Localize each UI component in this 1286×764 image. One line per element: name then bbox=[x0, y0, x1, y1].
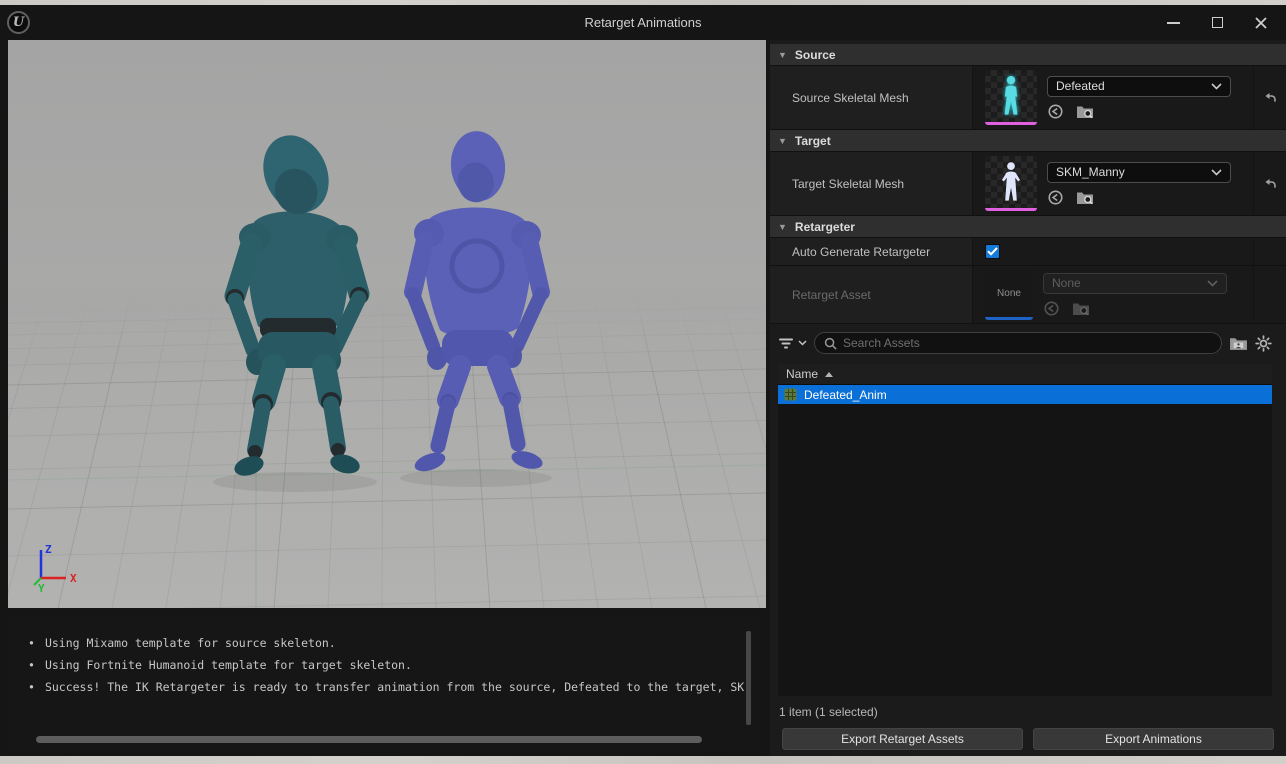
folder-view-icon[interactable] bbox=[1229, 335, 1248, 351]
details-panel: ▼ Source Source Skeletal Mesh D bbox=[770, 40, 1286, 756]
background-app-strip-bottom bbox=[0, 756, 1286, 764]
export-retarget-assets-button[interactable]: Export Retarget Assets bbox=[782, 728, 1023, 750]
name-column-header[interactable]: Name bbox=[778, 364, 1272, 385]
target-mesh-figure-icon bbox=[998, 161, 1024, 203]
source-mesh-dropdown[interactable]: Defeated bbox=[1047, 76, 1231, 97]
sort-ascending-icon bbox=[825, 372, 833, 377]
property-label: Source Skeletal Mesh bbox=[770, 66, 973, 129]
section-header-retargeter[interactable]: ▼ Retargeter bbox=[770, 216, 1286, 238]
use-selected-asset-icon[interactable] bbox=[1047, 103, 1064, 120]
axis-x-label: X bbox=[70, 572, 77, 585]
browse-to-asset-icon[interactable] bbox=[1076, 189, 1094, 205]
output-log: •Using Mixamo template for source skelet… bbox=[8, 615, 760, 752]
target-character[interactable] bbox=[412, 128, 544, 475]
reset-to-default-icon[interactable] bbox=[1262, 176, 1278, 191]
source-mesh-figure-icon bbox=[998, 75, 1024, 117]
collapse-triangle-icon: ▼ bbox=[778, 222, 787, 232]
check-icon bbox=[987, 247, 998, 256]
section-header-target[interactable]: ▼ Target bbox=[770, 130, 1286, 152]
retarget-asset-dropdown: None bbox=[1043, 273, 1227, 294]
chevron-down-icon bbox=[1207, 280, 1218, 287]
bullet-icon: • bbox=[28, 658, 35, 672]
auto-generate-retargeter-row: Auto Generate Retargeter bbox=[770, 238, 1286, 266]
retarget-asset-thumbnail[interactable]: None bbox=[985, 269, 1033, 320]
collapse-triangle-icon: ▼ bbox=[778, 50, 787, 60]
use-selected-asset-icon[interactable] bbox=[1047, 189, 1064, 206]
property-label: Retarget Asset bbox=[770, 266, 973, 323]
collapse-triangle-icon: ▼ bbox=[778, 136, 787, 146]
skeletal-mesh-color-bar bbox=[985, 208, 1037, 211]
section-header-source[interactable]: ▼ Source bbox=[770, 44, 1286, 66]
target-mesh-thumbnail[interactable] bbox=[985, 156, 1037, 211]
chevron-down-icon bbox=[798, 340, 807, 346]
log-line: •Using Mixamo template for source skelet… bbox=[28, 632, 746, 654]
axis-z-label: Z bbox=[45, 543, 52, 556]
close-button[interactable] bbox=[1254, 16, 1268, 30]
log-vertical-scrollbar[interactable] bbox=[746, 631, 751, 725]
export-animations-button[interactable]: Export Animations bbox=[1033, 728, 1274, 750]
browse-to-asset-icon[interactable] bbox=[1076, 103, 1094, 119]
export-buttons-row: Export Retarget Assets Export Animations bbox=[782, 728, 1274, 756]
log-line: •Success! The IK Retargeter is ready to … bbox=[28, 676, 746, 698]
source-skeletal-mesh-row: Source Skeletal Mesh Defeated bbox=[770, 66, 1286, 130]
asset-search-row bbox=[778, 331, 1272, 355]
use-selected-asset-icon bbox=[1043, 300, 1060, 317]
source-mesh-thumbnail[interactable] bbox=[985, 70, 1037, 125]
close-icon bbox=[1254, 16, 1268, 30]
minimize-button[interactable] bbox=[1166, 16, 1180, 30]
characters-layer: Z X Y bbox=[8, 40, 766, 608]
property-label: Target Skeletal Mesh bbox=[770, 152, 973, 215]
chevron-down-icon bbox=[1211, 83, 1222, 90]
search-assets-input[interactable] bbox=[843, 336, 1212, 350]
asset-list: Name Defeated_Anim bbox=[778, 364, 1272, 696]
browse-to-asset-icon bbox=[1072, 300, 1090, 316]
filter-icon bbox=[778, 335, 794, 351]
retargeter-color-bar bbox=[985, 317, 1033, 320]
auto-generate-checkbox[interactable] bbox=[985, 244, 1000, 259]
axis-gizmo: Z X Y bbox=[34, 543, 77, 595]
target-skeletal-mesh-row: Target Skeletal Mesh SKM_Manny bbox=[770, 152, 1286, 216]
maximize-button[interactable] bbox=[1210, 16, 1224, 30]
bullet-icon: • bbox=[28, 636, 35, 650]
property-label: Auto Generate Retargeter bbox=[770, 238, 973, 265]
skeletal-mesh-color-bar bbox=[985, 122, 1037, 125]
window-title: Retarget Animations bbox=[0, 15, 1286, 30]
log-line: •Using Fortnite Humanoid template for ta… bbox=[28, 654, 746, 676]
filter-button[interactable] bbox=[778, 335, 807, 351]
viewport-3d[interactable]: Z X Y bbox=[8, 40, 766, 608]
bullet-icon: • bbox=[28, 680, 35, 694]
target-mesh-dropdown[interactable]: SKM_Manny bbox=[1047, 162, 1231, 183]
asset-row-defeated-anim[interactable]: Defeated_Anim bbox=[778, 385, 1272, 404]
chevron-down-icon bbox=[1211, 169, 1222, 176]
search-icon bbox=[824, 337, 837, 350]
unreal-logo-icon: U bbox=[7, 11, 30, 34]
retarget-animations-window: U Retarget Animations bbox=[0, 5, 1286, 756]
reset-to-default-icon[interactable] bbox=[1262, 90, 1278, 105]
title-bar[interactable]: U Retarget Animations bbox=[0, 5, 1286, 40]
settings-gear-icon[interactable] bbox=[1255, 335, 1272, 352]
log-horizontal-scrollbar[interactable] bbox=[36, 736, 702, 743]
selection-status: 1 item (1 selected) bbox=[779, 705, 1286, 720]
animation-asset-icon bbox=[784, 388, 797, 401]
search-assets-box[interactable] bbox=[814, 332, 1222, 354]
axis-y-label: Y bbox=[38, 582, 45, 595]
retarget-asset-row: Retarget Asset None None bbox=[770, 266, 1286, 324]
source-character[interactable] bbox=[226, 125, 368, 479]
